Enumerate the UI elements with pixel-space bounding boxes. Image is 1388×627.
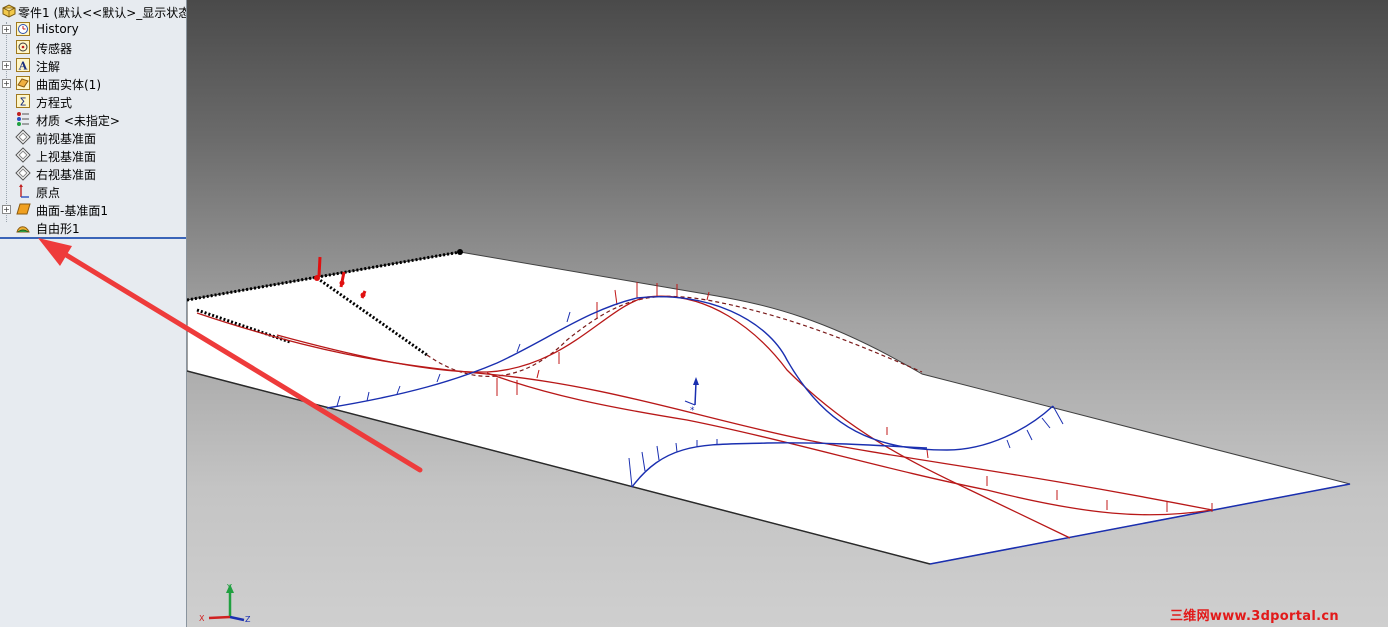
tree-item-top-plane[interactable]: 上视基准面 [0, 146, 186, 164]
planar-surface-icon [15, 201, 31, 217]
expand-icon[interactable]: + [2, 25, 11, 34]
equations-icon: Σ [15, 93, 31, 109]
tree-item-origin[interactable]: 原点 [0, 182, 186, 200]
tree-item-label: 材质 <未指定> [36, 114, 120, 128]
plane-icon [15, 165, 31, 181]
tree-item-label: 自由形1 [36, 222, 80, 236]
view-orientation-triad: X Y Z [199, 583, 251, 624]
freeform-icon [15, 219, 31, 235]
tree-item-front-plane[interactable]: 前视基准面 [0, 128, 186, 146]
expand-icon[interactable]: + [2, 79, 11, 88]
expand-icon[interactable]: + [2, 61, 11, 70]
tree-item-equations[interactable]: Σ 方程式 [0, 92, 186, 110]
tree-item-sensors[interactable]: 传感器 [0, 38, 186, 56]
tree-item-material[interactable]: 材质 <未指定> [0, 110, 186, 128]
triad-z-label: Z [245, 615, 251, 624]
triad-y-label: Y [226, 583, 232, 592]
tree-item-label: 传感器 [36, 42, 73, 56]
tree-item-freeform[interactable]: 自由形1 [0, 218, 186, 236]
tree-item-label: 上视基准面 [36, 150, 97, 164]
annotation-icon: A [15, 57, 31, 73]
tree-item-label: 前视基准面 [36, 132, 97, 146]
model-canvas: * X Y Z [187, 249, 1351, 624]
tree-root-part[interactable]: 零件1 (默认<<默认>_显示状态 [0, 2, 186, 20]
tree-item-label: 原点 [36, 186, 61, 200]
part-icon [1, 3, 17, 19]
tree-item-surface-bodies[interactable]: + 曲面实体(1) [0, 74, 186, 92]
plane-icon [15, 147, 31, 163]
site-watermark: 三维网www.3dportal.cn [1170, 609, 1339, 624]
sensor-icon [15, 39, 31, 55]
history-icon [15, 21, 31, 37]
tree-item-label: 曲面-基准面1 [36, 204, 108, 218]
tree-item-label: History [36, 22, 79, 36]
material-icon [15, 111, 31, 127]
svg-text:Σ: Σ [20, 96, 27, 109]
tree-item-label: 注解 [36, 60, 61, 74]
triad-x-label: X [199, 614, 205, 623]
feature-manager-tree: 零件1 (默认<<默认>_显示状态 + History 传感器 + A 注解 +… [0, 0, 187, 627]
svg-text:A: A [18, 60, 28, 73]
rollback-bar[interactable] [0, 237, 186, 239]
tree-root-label: 零件1 (默认<<默认>_显示状态 [18, 6, 187, 20]
tree-item-right-plane[interactable]: 右视基准面 [0, 164, 186, 182]
origin-icon [15, 183, 31, 199]
expand-icon[interactable]: + [2, 205, 11, 214]
tree-item-label: 方程式 [36, 96, 73, 110]
tree-item-history[interactable]: + History [0, 20, 186, 38]
tree-item-annotations[interactable]: + A 注解 [0, 56, 186, 74]
svg-text:*: * [690, 406, 695, 416]
tree-item-label: 右视基准面 [36, 168, 97, 182]
tree-item-label: 曲面实体(1) [36, 78, 101, 92]
graphics-viewport[interactable]: * X Y Z 三维网www.3dportal.cn [187, 0, 1388, 627]
plane-icon [15, 129, 31, 145]
tree-item-planar-surface[interactable]: + 曲面-基准面1 [0, 200, 186, 218]
surface-bodies-icon [15, 75, 31, 91]
